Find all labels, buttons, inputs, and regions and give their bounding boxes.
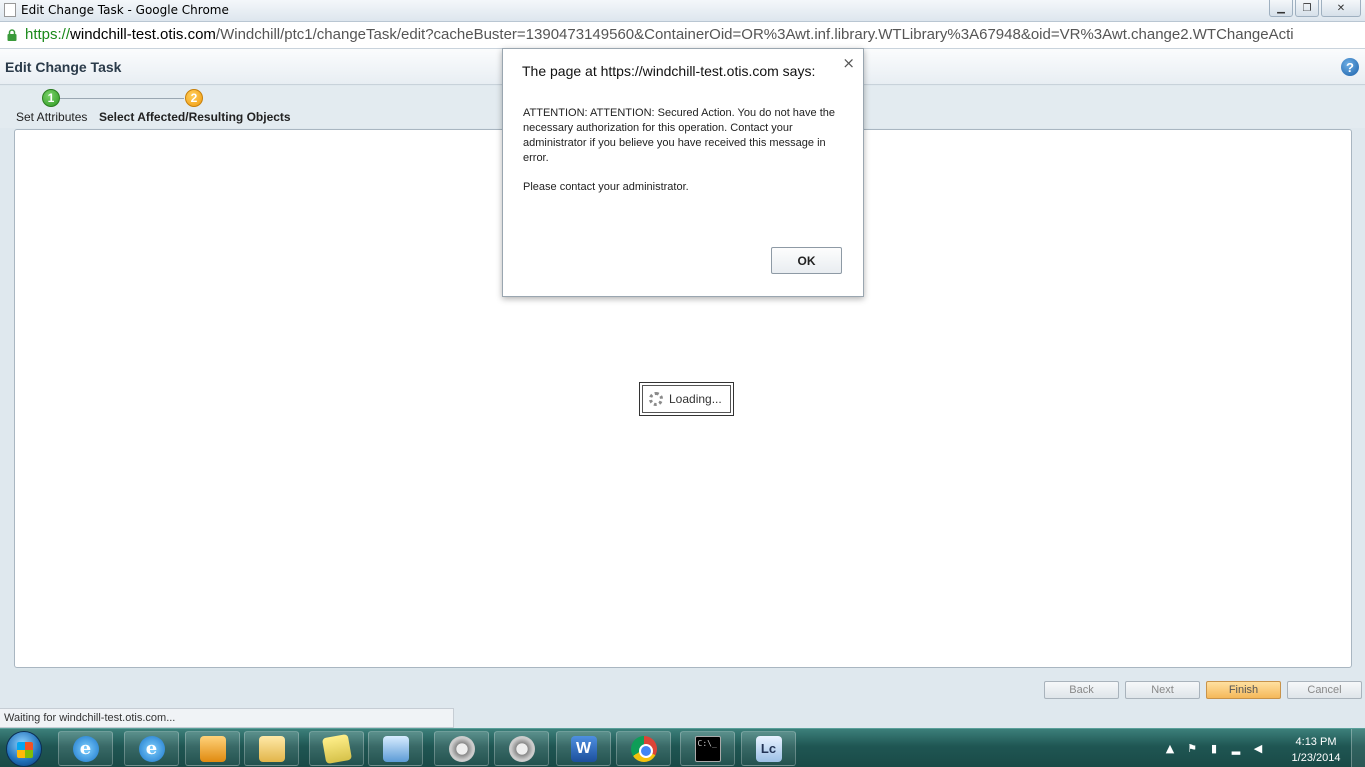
address-bar[interactable]: https://windchill-test.otis.com/Windchil… [0,22,1365,49]
url-scheme: https:// [25,26,71,43]
volume-icon[interactable]: ◀ [1251,742,1265,756]
step-1-badge[interactable]: 1 [42,89,60,107]
internet-explorer-icon: e [72,735,99,762]
taskbar-chrome[interactable] [616,731,671,766]
taskbar-outlook[interactable] [185,731,240,766]
taskbar-lync[interactable] [368,731,423,766]
cancel-button[interactable]: Cancel [1287,681,1362,699]
word-icon: W [570,735,597,762]
page-title: Edit Change Task [5,59,122,75]
maximize-button[interactable]: ❐ [1295,0,1319,17]
ok-button[interactable]: OK [771,247,842,274]
show-hidden-icons-icon[interactable]: ▲ [1163,742,1177,756]
command-prompt-icon: C:\_ [694,735,721,762]
step-2-label: Select Affected/Resulting Objects [99,110,291,124]
help-icon[interactable]: ? [1341,58,1359,76]
taskbar-control-panel[interactable] [434,731,489,766]
alert-dialog: The page at https://windchill-test.otis.… [502,48,864,297]
window-title-bar: Edit Change Task - Google Chrome ▁ ❐ ✕ [0,0,1365,22]
network-signal-icon[interactable]: ▂ [1229,742,1243,756]
taskbar-word[interactable]: W [556,731,611,766]
spinner-icon [649,392,663,406]
step-connector [60,98,184,99]
system-tray: ▲ ⚑ ▮ ▂ ◀ [1163,729,1265,767]
taskbar-explorer[interactable] [244,731,299,766]
gear-icon [508,735,535,762]
chrome-icon [630,735,657,762]
taskbar-cmd[interactable]: C:\_ [680,731,735,766]
finish-button[interactable]: Finish [1206,681,1281,699]
internet-explorer-icon: e [138,735,165,762]
lync-icon [382,735,409,762]
taskbar-settings[interactable] [494,731,549,766]
taskbar-sticky-notes[interactable] [309,731,364,766]
lock-icon [7,29,17,41]
window-title: Edit Change Task - Google Chrome [21,3,229,17]
url-text[interactable]: https://windchill-test.otis.com/Windchil… [25,26,1363,43]
loading-indicator: Loading... [639,382,734,416]
windows-logo-icon [17,742,33,758]
window-controls: ▁ ❐ ✕ [1269,0,1361,19]
back-button[interactable]: Back [1044,681,1119,699]
loading-text: Loading... [669,392,722,406]
dialog-message: ATTENTION: ATTENTION: Secured Action. Yo… [523,107,836,164]
taskbar-ie-pinned[interactable]: e [58,731,113,766]
dialog-message-secondary: Please contact your administrator. [523,181,689,193]
start-button[interactable] [6,731,42,767]
taskbar-lc[interactable]: Lc [741,731,796,766]
system-clock[interactable]: 4:13 PM 1/23/2014 [1286,734,1346,766]
close-window-button[interactable]: ✕ [1321,0,1361,17]
taskbar: e e W C:\_ Lc ▲ ⚑ ▮ ▂ ◀ 4:13 PM 1/23/201… [0,728,1365,767]
url-host: windchill-test.otis.com [70,26,216,43]
action-center-flag-icon[interactable]: ⚑ [1185,742,1199,756]
clock-time: 4:13 PM [1295,736,1337,748]
show-desktop-button[interactable] [1351,729,1365,767]
dialog-title: The page at https://windchill-test.otis.… [522,63,816,79]
device-icon[interactable]: ▮ [1207,742,1221,756]
clock-date: 1/23/2014 [1291,752,1341,764]
sticky-notes-icon [321,733,352,764]
next-button[interactable]: Next [1125,681,1200,699]
minimize-button[interactable]: ▁ [1269,0,1293,17]
outlook-icon [199,735,226,762]
page-icon [4,3,16,17]
folder-icon [258,735,285,762]
taskbar-ie[interactable]: e [124,731,179,766]
browser-status-bar: Waiting for windchill-test.otis.com... [0,708,454,728]
lc-app-icon: Lc [755,735,782,762]
loading-box: Loading... [642,385,731,413]
step-1-label[interactable]: Set Attributes [16,110,87,124]
close-icon[interactable]: × [842,54,855,72]
control-panel-icon [448,735,475,762]
url-path: /Windchill/ptc1/changeTask/edit?cacheBus… [215,26,1294,43]
step-2-badge[interactable]: 2 [185,89,203,107]
